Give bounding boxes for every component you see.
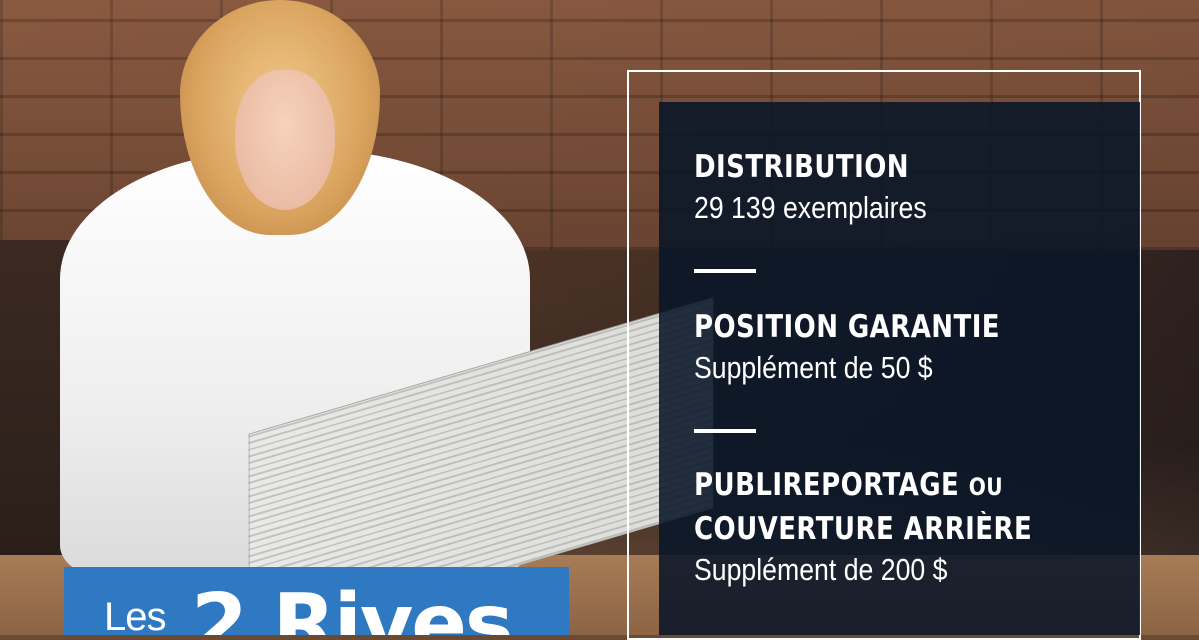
publireportage-heading: PUBLIREPORTAGE OU	[694, 464, 1032, 508]
position-value: Supplément de 50 $	[694, 350, 933, 385]
position-section: POSITION GARANTIE Supplément de 50 $	[694, 306, 1058, 388]
info-panel: DISTRIBUTION 29 139 exemplaires POSITION…	[659, 102, 1140, 635]
couverture-heading: COUVERTURE ARRIÈRE	[694, 511, 1033, 547]
publireportage-value: Supplément de 200 $	[694, 552, 948, 587]
section-divider	[694, 269, 756, 273]
publireportage-heading-or: OU	[968, 473, 1004, 501]
section-divider	[694, 429, 756, 433]
logo-prefix: Les	[104, 595, 166, 635]
woman-face	[235, 70, 335, 210]
logo-name: 2 Rives	[191, 577, 514, 635]
distribution-value: 29 139 exemplaires	[694, 190, 927, 225]
publireportage-heading-main: PUBLIREPORTAGE	[694, 467, 960, 503]
distribution-section: DISTRIBUTION 29 139 exemplaires	[694, 146, 965, 228]
distribution-heading: DISTRIBUTION	[694, 149, 909, 185]
brand-logo: Les 2 Rives	[64, 567, 569, 635]
publireportage-section: PUBLIREPORTAGE OU COUVERTURE ARRIÈRE Sup…	[694, 464, 1097, 590]
position-heading: POSITION GARANTIE	[694, 309, 1001, 345]
